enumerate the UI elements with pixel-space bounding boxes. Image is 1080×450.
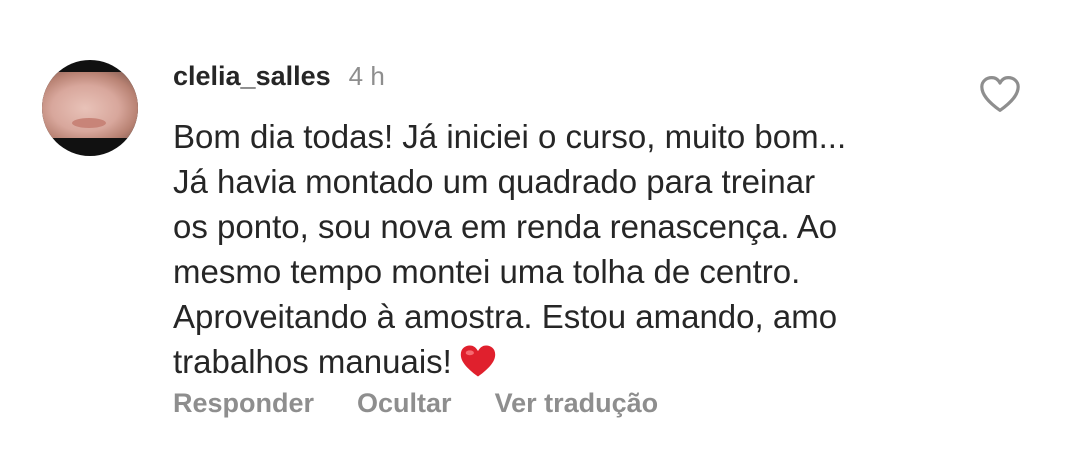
comment-line: Bom dia todas! Já iniciei o curso, muito… [173,118,847,155]
comment-last-line: trabalhos manuais! [173,339,933,384]
comment-text: Bom dia todas! Já iniciei o curso, muito… [173,114,933,384]
username[interactable]: clelia_salles [173,61,331,92]
comment-line: trabalhos manuais! [173,343,452,380]
avatar-photo [42,72,138,138]
avatar[interactable] [42,60,138,156]
like-button[interactable] [978,74,1022,114]
reply-button[interactable]: Responder [173,388,314,419]
red-heart-emoji [458,343,498,379]
comment: clelia_salles 4 h Bom dia todas! Já inic… [0,0,1080,450]
comment-line: Aproveitando à amostra. Estou amando, am… [173,298,838,335]
hide-button[interactable]: Ocultar [357,388,452,419]
comment-line: mesmo tempo montei uma tolha de centro. [173,253,801,290]
heart-outline-icon [978,74,1022,114]
see-translation-button[interactable]: Ver tradução [495,388,659,419]
comment-actions: Responder Ocultar Ver tradução [173,388,658,419]
comment-line: os ponto, sou nova em renda renascença. … [173,208,838,245]
comment-line: Já havia montado um quadrado para treina… [173,163,816,200]
timestamp: 4 h [348,60,385,91]
comment-header: clelia_salles 4 h [173,58,385,94]
